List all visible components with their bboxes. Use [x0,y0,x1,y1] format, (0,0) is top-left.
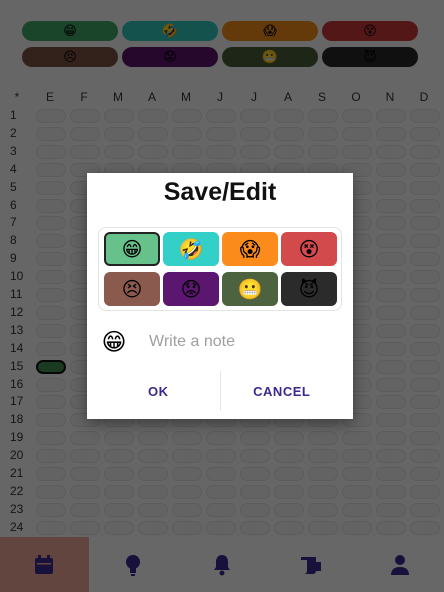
grinning-face-icon: 😁 [121,238,143,261]
mood-picker: 😁 🤣 😱 😵 😣 😟 😬 😈 [98,227,342,311]
grimace-face-icon: 😬 [237,278,263,301]
dialog-title: Save/Edit [163,178,277,206]
grinning-face-icon: 😁 [101,328,127,356]
dialog-actions: OK CANCEL [97,371,343,411]
laughing-face-icon: 🤣 [178,238,204,261]
shocked-face-icon: 😱 [239,238,261,261]
cancel-button[interactable]: CANCEL [221,371,344,411]
mood-option-laughing[interactable]: 🤣 [163,232,219,266]
mood-option-worried[interactable]: 😟 [163,272,219,306]
mood-option-grinning[interactable]: 😁 [104,232,160,266]
mood-option-sad[interactable]: 😣 [104,272,160,306]
mood-option-grimace[interactable]: 😬 [222,272,278,306]
dizzy-face-icon: 😵 [298,238,320,261]
mood-option-shocked[interactable]: 😱 [222,232,278,266]
worried-face-icon: 😟 [180,278,202,301]
mood-option-dizzy[interactable]: 😵 [281,232,337,266]
sad-face-icon: 😣 [121,278,143,301]
devil-face-icon: 😈 [298,278,320,301]
note-input[interactable] [147,332,331,352]
note-row: 😁 [99,325,341,359]
mood-option-devil[interactable]: 😈 [281,272,337,306]
save-edit-dialog: Save/Edit 😁 🤣 😱 😵 😣 😟 😬 😈 😁 OK CANCEL [87,173,353,419]
ok-button[interactable]: OK [97,371,220,411]
